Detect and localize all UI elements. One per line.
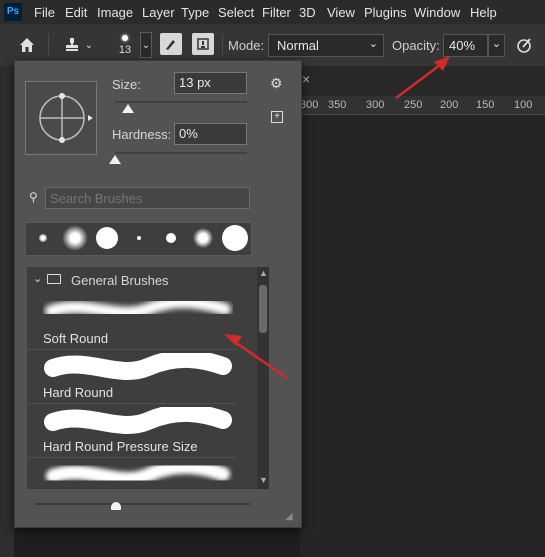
brush-settings-icon[interactable]	[160, 33, 182, 55]
ruler-mark: 100	[514, 99, 533, 111]
brush-stroke-preview	[46, 461, 230, 486]
opacity-input[interactable]: 40%	[443, 34, 488, 57]
preview-size-slider-track[interactable]	[35, 503, 250, 505]
search-icon: ⚲	[29, 190, 38, 204]
ruler-mark: 300	[366, 99, 385, 111]
menu-plugins[interactable]: Plugins	[364, 5, 407, 20]
scroll-down-icon[interactable]: ▼	[259, 475, 268, 485]
photoshop-logo: Ps	[4, 3, 22, 21]
brush-name: Hard Round	[43, 385, 114, 400]
brush-size-value: 13	[118, 43, 132, 56]
hard-round-pressure-stroke-preview	[44, 407, 232, 434]
recent-brush-preset[interactable]	[92, 223, 122, 253]
menu-filter[interactable]: Filter	[262, 5, 291, 20]
document-canvas[interactable]	[300, 96, 545, 557]
menu-edit[interactable]: Edit	[65, 5, 87, 20]
ruler-mark: 350	[328, 99, 347, 111]
document-tab-strip: ×	[300, 66, 545, 96]
soft-round-stroke-preview	[45, 297, 231, 319]
clone-stamp-tool-preset[interactable]: ⌄	[58, 33, 98, 57]
toolbar-strip	[0, 66, 14, 557]
recent-brush-preset[interactable]	[188, 223, 218, 253]
horizontal-ruler: 300 350 300 250 200 150 100	[300, 96, 545, 115]
brush-list-scrollbar[interactable]: ▲ ▼	[257, 267, 269, 489]
hardness-slider-thumb[interactable]	[109, 155, 121, 164]
ruler-mark: 300	[300, 99, 319, 111]
clone-source-icon[interactable]	[192, 33, 214, 55]
pressure-opacity-icon[interactable]	[512, 33, 536, 57]
brush-group-name: General Brushes	[71, 273, 169, 288]
ruler-mark: 200	[440, 99, 459, 111]
recent-brush-preset[interactable]	[124, 223, 154, 253]
home-icon[interactable]	[14, 33, 40, 57]
menu-image[interactable]: Image	[97, 5, 133, 20]
stamp-icon	[65, 38, 78, 51]
opacity-dropdown[interactable]: ⌄	[488, 34, 505, 57]
resize-grip-icon[interactable]: ◢	[285, 511, 293, 522]
recent-brush-preset[interactable]	[220, 223, 250, 253]
opacity-label: Opacity:	[392, 38, 440, 53]
recent-brush-preset[interactable]	[60, 223, 90, 253]
preview-size-slider-thumb[interactable]	[111, 502, 121, 510]
brush-preset-picker-panel: Size: 13 px Hardness: 0% ⚙ + ⚲ ⌄ General…	[14, 60, 302, 528]
menu-help[interactable]: Help	[470, 5, 497, 20]
hardness-input[interactable]: 0%	[174, 123, 247, 145]
brush-name: Soft Round	[43, 331, 109, 346]
new-preset-icon[interactable]: +	[271, 111, 283, 123]
brush-list-item[interactable]: Hard Round Pressure Size	[27, 403, 237, 458]
hard-round-stroke-preview	[44, 353, 232, 380]
size-input[interactable]: 13 px	[174, 72, 247, 94]
gear-icon[interactable]: ⚙	[270, 75, 283, 92]
menu-3d[interactable]: 3D	[299, 5, 316, 20]
ruler-mark: 150	[476, 99, 495, 111]
menu-layer[interactable]: Layer	[142, 5, 175, 20]
menu-type[interactable]: Type	[181, 5, 209, 20]
brush-angle-preview[interactable]	[25, 81, 97, 155]
hardness-slider-track[interactable]	[115, 152, 247, 154]
size-label: Size:	[112, 77, 141, 92]
hardness-label: Hardness:	[112, 127, 172, 142]
brush-list-item[interactable]: Hard Round	[27, 349, 237, 404]
menu-bar: Ps File Edit Image Layer Type Select Fil…	[0, 0, 545, 24]
menu-window[interactable]: Window	[414, 5, 460, 20]
chevron-down-icon: ⌄	[84, 39, 94, 51]
menu-file[interactable]: File	[34, 5, 55, 20]
folder-icon	[47, 274, 61, 284]
mode-select[interactable]: Normal ⌄	[268, 34, 384, 57]
menu-view[interactable]: View	[327, 5, 355, 20]
brush-picker-toggle[interactable]: ⌄	[140, 32, 152, 58]
mode-select-value: Normal	[277, 38, 319, 53]
brush-list-item[interactable]: Soft Round	[27, 295, 237, 350]
scroll-up-icon[interactable]: ▲	[259, 268, 268, 278]
recent-brush-preset[interactable]	[28, 223, 58, 253]
scrollbar-thumb[interactable]	[259, 285, 267, 333]
chevron-down-icon: ⌄	[33, 273, 43, 285]
menu-select[interactable]: Select	[218, 5, 254, 20]
recent-brushes-strip	[25, 222, 252, 256]
search-brushes-input[interactable]	[45, 187, 250, 209]
ruler-mark: 250	[404, 99, 423, 111]
size-slider-track[interactable]	[115, 101, 247, 103]
brush-group-header[interactable]: ⌄ General Brushes	[27, 267, 257, 293]
brush-list: ⌄ General Brushes Soft Round Hard Round …	[27, 267, 257, 489]
recent-brush-preset[interactable]	[156, 223, 186, 253]
close-tab-icon[interactable]: ×	[302, 71, 310, 87]
mode-label: Mode:	[228, 38, 265, 53]
size-slider-thumb[interactable]	[122, 104, 135, 113]
brush-list-item[interactable]	[27, 457, 237, 489]
brush-tip-icon	[122, 34, 128, 41]
brush-name: Hard Round Pressure Size	[43, 439, 198, 454]
brush-preset-picker[interactable]: 13	[110, 28, 140, 62]
chevron-down-icon: ⌄	[368, 38, 378, 50]
